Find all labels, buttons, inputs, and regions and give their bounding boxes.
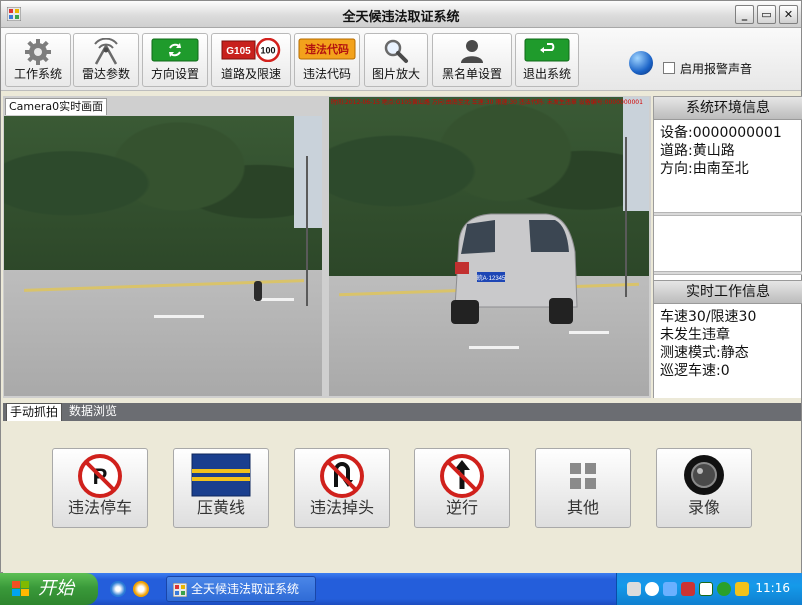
taskbar: 开始 全天候违法取证系统 11:16 xyxy=(0,573,802,605)
yellow-line-icon xyxy=(191,453,251,497)
illegal-parking-button[interactable]: P 违法停车 xyxy=(52,448,148,528)
direction-icon xyxy=(151,38,199,62)
vpn-icon[interactable] xyxy=(699,582,713,596)
toolbar-label: 退出系统 xyxy=(522,67,571,81)
action-label: 录像 xyxy=(687,498,720,517)
tab-manual-capture[interactable]: 手动抓拍 xyxy=(6,403,63,421)
road-speed-sign-icon: G105 100 xyxy=(221,38,281,62)
wrong-way-button[interactable]: 逆行 xyxy=(414,448,510,528)
toolbar-label: 方向设置 xyxy=(150,67,199,81)
action-label: 违法掉头 xyxy=(309,498,374,517)
road-image xyxy=(4,270,322,396)
grid-icon xyxy=(570,463,596,489)
violation-code-button[interactable]: 违法代码 违法代码 xyxy=(294,33,360,87)
license-plate: 皖A·12345 xyxy=(477,274,506,282)
road-speed-button[interactable]: G105 100 道路及限速 xyxy=(211,33,291,87)
camera-tab[interactable]: Camera0实时画面 xyxy=(5,98,108,115)
trees-image xyxy=(4,116,322,284)
app-window: 全天候违法取证系统 _ ▭ ✕ 工作系统 雷达参数 方向设置 G105 100 … xyxy=(0,0,802,573)
building-image xyxy=(294,116,322,228)
exit-system-button[interactable]: 退出系统 xyxy=(515,33,579,87)
info-panel: 系统环境信息 设备:0000000001 道路:黄山路 方向:由南至北 实时工作… xyxy=(653,96,802,398)
clock[interactable]: 11:16 xyxy=(755,581,790,595)
blacklist-settings-button[interactable]: 黑名单设置 xyxy=(432,33,512,87)
close-button[interactable]: ✕ xyxy=(779,5,798,24)
taskbar-app-button[interactable]: 全天候违法取证系统 xyxy=(166,576,316,602)
van-image: 皖A·12345 xyxy=(451,213,578,324)
app-icon xyxy=(173,583,187,597)
wrong-way-icon xyxy=(440,454,484,498)
taskbar-app-label: 全天候违法取证系统 xyxy=(191,582,300,596)
toolbar-label: 图片放大 xyxy=(371,67,420,81)
radar-params-button[interactable]: 雷达参数 xyxy=(73,33,139,87)
security-icon[interactable] xyxy=(681,582,695,596)
keyboard-icon[interactable] xyxy=(627,582,641,596)
maximize-button[interactable]: ▭ xyxy=(757,5,776,24)
cross-yellow-line-button[interactable]: 压黄线 xyxy=(173,448,269,528)
exit-icon xyxy=(524,38,570,62)
tab-bar xyxy=(3,403,801,421)
user-icon xyxy=(461,40,483,63)
toolbar-label: 道路及限速 xyxy=(220,67,281,81)
violation-code-icon: 违法代码 xyxy=(298,38,356,60)
pole-image xyxy=(625,137,627,297)
globe-icon xyxy=(629,51,653,75)
other-button[interactable]: 其他 xyxy=(535,448,631,528)
env-info-line: 设备:0000000001 xyxy=(660,125,782,141)
pole-image xyxy=(306,156,308,306)
record-icon xyxy=(684,455,724,495)
motorcyclist-image xyxy=(254,281,262,301)
env-info-line: 道路:黄山路 xyxy=(660,143,735,159)
action-label: 其他 xyxy=(566,498,599,517)
start-button[interactable]: 开始 xyxy=(0,573,98,605)
overlay-text: 时间:2012-06-15 地点:G105黄山路 方向:由南至北 车速:30 限… xyxy=(331,99,643,106)
env-info-line: 方向:由南至北 xyxy=(660,161,749,177)
minimize-button[interactable]: _ xyxy=(735,5,754,24)
action-label: 违法停车 xyxy=(67,498,132,517)
title-bar[interactable]: 全天候违法取证系统 _ ▭ ✕ xyxy=(1,1,801,28)
no-parking-icon: P xyxy=(78,454,122,498)
work-info-line: 未发生违章 xyxy=(660,327,730,343)
capture-image-pane[interactable]: 皖A·12345 时间:2012-06-15 地点:G105黄山路 方向:由南至… xyxy=(329,97,649,396)
work-info-line: 巡逻车速:0 xyxy=(660,363,730,379)
work-info-line: 车速30/限速30 xyxy=(660,309,757,325)
zoom-image-button[interactable]: 图片放大 xyxy=(364,33,428,87)
env-info-header: 系统环境信息 xyxy=(654,96,802,120)
toolbar-label: 雷达参数 xyxy=(81,67,130,81)
speed-limit-text: 100 xyxy=(260,46,275,56)
work-info-header: 实时工作信息 xyxy=(654,280,802,304)
action-label: 压黄线 xyxy=(196,498,245,517)
windows-flag-icon xyxy=(12,581,29,596)
network-icon[interactable] xyxy=(663,582,677,596)
tab-data-browse[interactable]: 数据浏览 xyxy=(66,403,120,421)
window-title: 全天候违法取证系统 xyxy=(342,10,460,25)
toolbar-label: 工作系统 xyxy=(13,67,62,81)
alarm-sound-label: 启用报警声音 xyxy=(680,62,753,76)
toolbar-label: 黑名单设置 xyxy=(441,67,502,81)
road-code-text: G105 xyxy=(226,46,251,57)
record-button[interactable]: 录像 xyxy=(656,448,752,528)
action-label: 逆行 xyxy=(445,498,478,517)
media-player-icon[interactable] xyxy=(133,581,149,597)
toolbar-label: 违法代码 xyxy=(302,67,351,81)
alarm-sound-checkbox[interactable] xyxy=(663,62,675,74)
system-tray: 11:16 xyxy=(616,573,802,605)
update-icon[interactable] xyxy=(717,582,731,596)
ie-icon[interactable] xyxy=(110,581,126,597)
panel-divider[interactable] xyxy=(654,271,802,275)
radar-icon xyxy=(94,38,118,65)
direction-settings-button[interactable]: 方向设置 xyxy=(142,33,208,87)
work-info-line: 测速模式:静态 xyxy=(660,345,749,361)
live-view-pane[interactable] xyxy=(4,116,322,396)
notification-icon[interactable] xyxy=(735,582,749,596)
magnifier-icon xyxy=(384,39,408,63)
work-system-button[interactable]: 工作系统 xyxy=(5,33,71,87)
gear-icon xyxy=(25,39,51,65)
no-u-turn-icon xyxy=(320,454,364,498)
start-label: 开始 xyxy=(38,578,74,599)
illegal-u-turn-button[interactable]: 违法掉头 xyxy=(294,448,390,528)
violation-code-sign-text: 违法代码 xyxy=(305,42,349,56)
chevron-left-icon[interactable] xyxy=(645,582,659,596)
panel-divider[interactable] xyxy=(654,212,802,216)
